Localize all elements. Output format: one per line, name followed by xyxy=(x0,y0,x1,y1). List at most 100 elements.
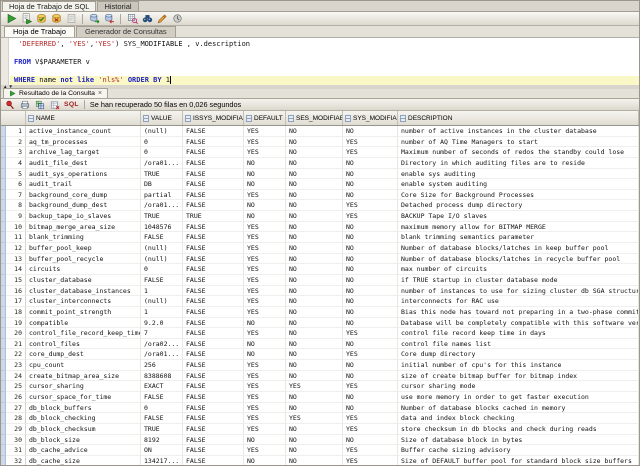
cell-sys_modifiable[interactable]: YES xyxy=(343,456,398,465)
table-row[interactable]: 15cluster_databaseFALSEFALSEYESNONOif TR… xyxy=(1,275,639,286)
cell-default[interactable]: YES xyxy=(244,360,286,371)
cell-sys_modifiable[interactable]: NO xyxy=(343,392,398,403)
table-row[interactable]: 1active_instance_count(null)FALSEYESNONO… xyxy=(1,126,639,137)
cell-description[interactable]: Directory in which auditing files are to… xyxy=(398,158,639,169)
cell-ses_modifiable[interactable]: NO xyxy=(286,254,343,265)
cell-default[interactable]: YES xyxy=(244,264,286,275)
cell-ses_modifiable[interactable]: NO xyxy=(286,264,343,275)
cell-issys_modifiable[interactable]: FALSE xyxy=(183,339,244,350)
cell-issys_modifiable[interactable]: FALSE xyxy=(183,275,244,286)
table-row[interactable]: 10bitmap_merge_area_size1048576FALSEYESN… xyxy=(1,222,639,233)
table-row[interactable]: 4audit_file_dest/ora01...FALSENONONODire… xyxy=(1,158,639,169)
table-row[interactable]: 18commit_point_strength1FALSEYESNONOBias… xyxy=(1,307,639,318)
cell-sys_modifiable[interactable]: NO xyxy=(343,371,398,382)
cell-sys_modifiable[interactable]: NO xyxy=(343,264,398,275)
cell-name[interactable]: cursor_sharing xyxy=(26,381,141,392)
cell-description[interactable]: control file record keep time in days xyxy=(398,328,639,339)
cell-value[interactable]: ON xyxy=(141,445,183,456)
cell-name[interactable]: audit_sys_operations xyxy=(26,169,141,180)
column-header-default[interactable]: DEFAULT xyxy=(244,111,286,125)
cell-description[interactable]: enable sys auditing xyxy=(398,169,639,180)
cell-default[interactable]: YES xyxy=(244,307,286,318)
cell-default[interactable]: YES xyxy=(244,392,286,403)
cell-description[interactable]: Core Size for Background Processes xyxy=(398,190,639,201)
run-script-button[interactable] xyxy=(19,12,33,25)
cell-value[interactable]: FALSE xyxy=(141,392,183,403)
cell-description[interactable]: size of create bitmap buffer for bitmap … xyxy=(398,371,639,382)
cell-value[interactable]: 0 xyxy=(141,264,183,275)
table-row[interactable]: 21control_files/ora02...FALSENONONOcontr… xyxy=(1,339,639,350)
cell-name[interactable]: buffer_pool_keep xyxy=(26,243,141,254)
cell-value[interactable]: partial xyxy=(141,190,183,201)
cell-ses_modifiable[interactable]: NO xyxy=(286,456,343,465)
cell-issys_modifiable[interactable]: FALSE xyxy=(183,147,244,158)
cell-value[interactable]: (null) xyxy=(141,296,183,307)
cell-description[interactable]: cursor sharing mode xyxy=(398,381,639,392)
editor-line[interactable] xyxy=(10,67,639,76)
table-row[interactable]: 11blank_trimmingFALSEFALSEYESNONOblank t… xyxy=(1,232,639,243)
cell-name[interactable]: control_files xyxy=(26,339,141,350)
tab-query-result[interactable]: Resultado de la Consulta × xyxy=(3,88,108,98)
table-row[interactable]: 28db_block_checkingFALSEFALSEYESYESYESda… xyxy=(1,413,639,424)
cell-ses_modifiable[interactable]: NO xyxy=(286,435,343,446)
cell-default[interactable]: YES xyxy=(244,126,286,137)
editor-line[interactable]: FROM V$PARAMETER v xyxy=(10,58,639,67)
cell-value[interactable]: (null) xyxy=(141,243,183,254)
window-tab-sql-worksheet[interactable]: Hoja de Trabajo de SQL xyxy=(2,1,96,11)
table-row[interactable]: 14circuits0FALSEYESNONOmax number of cir… xyxy=(1,264,639,275)
cell-name[interactable]: bitmap_merge_area_size xyxy=(26,222,141,233)
explain-plan-button[interactable] xyxy=(102,12,116,25)
table-row[interactable]: 17cluster_interconnects(null)FALSEYESNON… xyxy=(1,296,639,307)
column-header-name[interactable]: NAME xyxy=(26,111,141,125)
editor-line[interactable]: 'DEFERRED', 'YES','YES') SYS_MODIFIABLE … xyxy=(10,40,639,49)
cell-sys_modifiable[interactable]: NO xyxy=(343,179,398,190)
tab-query-builder[interactable]: Generador de Consultas xyxy=(76,26,176,37)
window-tab-history[interactable]: Historial xyxy=(97,1,138,11)
table-row[interactable]: 7background_core_dumppartialFALSEYESNONO… xyxy=(1,190,639,201)
cell-sys_modifiable[interactable]: NO xyxy=(343,435,398,446)
cell-value[interactable]: FALSE xyxy=(141,413,183,424)
export-result-button[interactable] xyxy=(34,99,46,110)
column-header-sys_modifiable[interactable]: SYS_MODIFIABLE xyxy=(343,111,398,125)
column-header-description[interactable]: DESCRIPTION xyxy=(398,111,639,125)
cell-sys_modifiable[interactable]: YES xyxy=(343,445,398,456)
cell-default[interactable]: YES xyxy=(244,190,286,201)
cell-issys_modifiable[interactable]: FALSE xyxy=(183,222,244,233)
cell-default[interactable]: NO xyxy=(244,200,286,211)
cell-issys_modifiable[interactable]: FALSE xyxy=(183,456,244,465)
cell-ses_modifiable[interactable]: NO xyxy=(286,318,343,329)
cell-sys_modifiable[interactable]: NO xyxy=(343,222,398,233)
find-button[interactable] xyxy=(140,12,154,25)
cell-ses_modifiable[interactable]: NO xyxy=(286,275,343,286)
cell-description[interactable]: Number of database blocks/latches in rec… xyxy=(398,254,639,265)
table-row[interactable]: 19compatible9.2.0FALSENONONODatabase wil… xyxy=(1,318,639,329)
cell-default[interactable]: NO xyxy=(244,435,286,446)
print-result-button[interactable] xyxy=(19,99,31,110)
cell-sys_modifiable[interactable]: YES xyxy=(343,147,398,158)
cell-value[interactable]: 7 xyxy=(141,328,183,339)
cell-sys_modifiable[interactable]: NO xyxy=(343,126,398,137)
cell-description[interactable]: number of active instances in the cluste… xyxy=(398,126,639,137)
cell-value[interactable]: 1048576 xyxy=(141,222,183,233)
cell-name[interactable]: cpu_count xyxy=(26,360,141,371)
cell-name[interactable]: background_core_dump xyxy=(26,190,141,201)
cell-ses_modifiable[interactable]: NO xyxy=(286,371,343,382)
cell-issys_modifiable[interactable]: FALSE xyxy=(183,254,244,265)
cell-sys_modifiable[interactable]: NO xyxy=(343,169,398,180)
pin-result-button[interactable] xyxy=(4,99,16,110)
cell-description[interactable]: Number of database blocks cached in memo… xyxy=(398,403,639,414)
column-header-value[interactable]: VALUE xyxy=(141,111,183,125)
cell-sys_modifiable[interactable]: NO xyxy=(343,158,398,169)
cell-name[interactable]: background_dump_dest xyxy=(26,200,141,211)
cell-default[interactable]: YES xyxy=(244,413,286,424)
sql-editor[interactable]: 'DEFERRED', 'YES','YES') SYS_MODIFIABLE … xyxy=(1,38,639,85)
cell-default[interactable]: YES xyxy=(244,424,286,435)
cell-description[interactable]: Maximum number of seconds of redos the s… xyxy=(398,147,639,158)
cell-ses_modifiable[interactable]: YES xyxy=(286,413,343,424)
cell-ses_modifiable[interactable]: NO xyxy=(286,296,343,307)
cell-description[interactable]: control file names list xyxy=(398,339,639,350)
cell-name[interactable]: archive_lag_target xyxy=(26,147,141,158)
cell-issys_modifiable[interactable]: FALSE xyxy=(183,435,244,446)
cell-sys_modifiable[interactable]: YES xyxy=(343,349,398,360)
cell-issys_modifiable[interactable]: FALSE xyxy=(183,392,244,403)
